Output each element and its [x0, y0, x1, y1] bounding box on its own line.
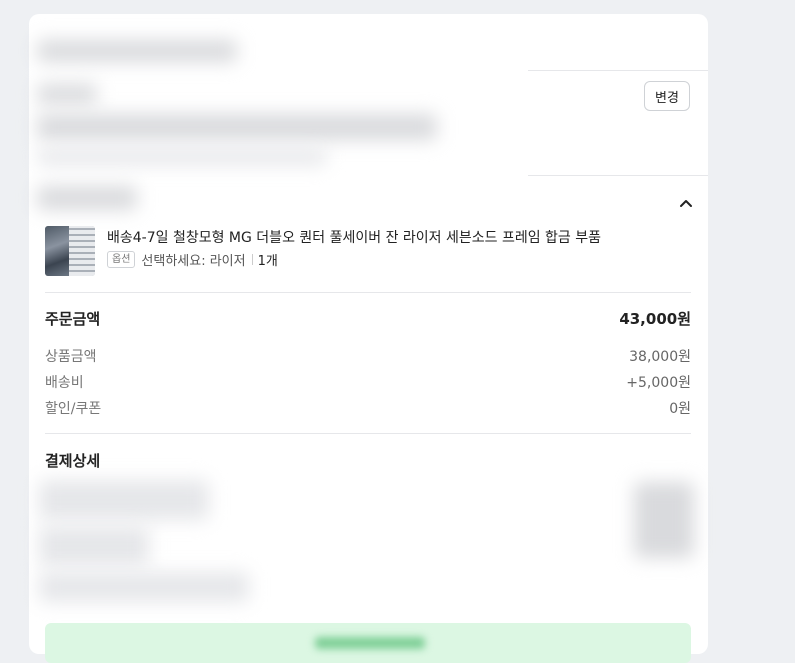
payment-detail-title: 결제상세	[45, 452, 101, 470]
divider	[45, 292, 691, 293]
change-address-button[interactable]: 변경	[644, 81, 690, 111]
discount-label: 할인/쿠폰	[45, 401, 102, 417]
blurred-payment-detail	[39, 526, 149, 566]
blurred-payment-method	[39, 480, 209, 520]
product-amount-value: 38,000원	[629, 349, 691, 365]
blurred-recipient-name	[37, 40, 237, 62]
discount-row: 할인/쿠폰 0원	[45, 398, 691, 418]
shipping-fee-value: +5,000원	[626, 375, 691, 391]
order-amount-value: 43,000원	[619, 310, 691, 328]
shipping-fee-row: 배송비 +5,000원	[45, 372, 691, 392]
pay-button[interactable]	[45, 623, 691, 663]
product-amount-row: 상품금액 38,000원	[45, 346, 691, 366]
divider	[528, 175, 708, 176]
shipping-fee-label: 배송비	[45, 375, 84, 391]
product-option: 옵션 선택하세요: 라이저 1개	[107, 250, 278, 269]
discount-value: 0원	[669, 401, 691, 417]
product-amount-label: 상품금액	[45, 349, 97, 365]
separator	[251, 254, 253, 265]
blurred-payment-amount	[634, 482, 694, 558]
blurred-pay-label	[315, 637, 425, 649]
product-title[interactable]: 배송4-7일 철창모형 MG 더블오 퀀터 풀세이버 잔 라이저 세븐소드 프레…	[107, 227, 601, 247]
blurred-phone	[37, 149, 327, 165]
blurred-address-detail	[37, 114, 437, 140]
order-amount-label: 주문금액	[45, 310, 101, 328]
chevron-up-icon[interactable]	[677, 194, 695, 212]
order-amount-row: 주문금액 43,000원	[45, 308, 691, 329]
product-quantity: 1개	[257, 254, 278, 269]
option-badge: 옵션	[107, 251, 136, 268]
blurred-store-name	[37, 186, 137, 210]
divider	[45, 433, 691, 434]
order-card: 변경 배송4-7일 철창모형 MG 더블오 퀀터 풀세이버 잔 라이저 세븐소드…	[29, 14, 708, 663]
option-text: 선택하세요: 라이저	[141, 254, 246, 269]
blurred-payment-info	[39, 572, 249, 602]
blurred-address-line	[37, 84, 97, 104]
divider	[528, 70, 708, 71]
product-thumbnail[interactable]	[45, 226, 95, 276]
